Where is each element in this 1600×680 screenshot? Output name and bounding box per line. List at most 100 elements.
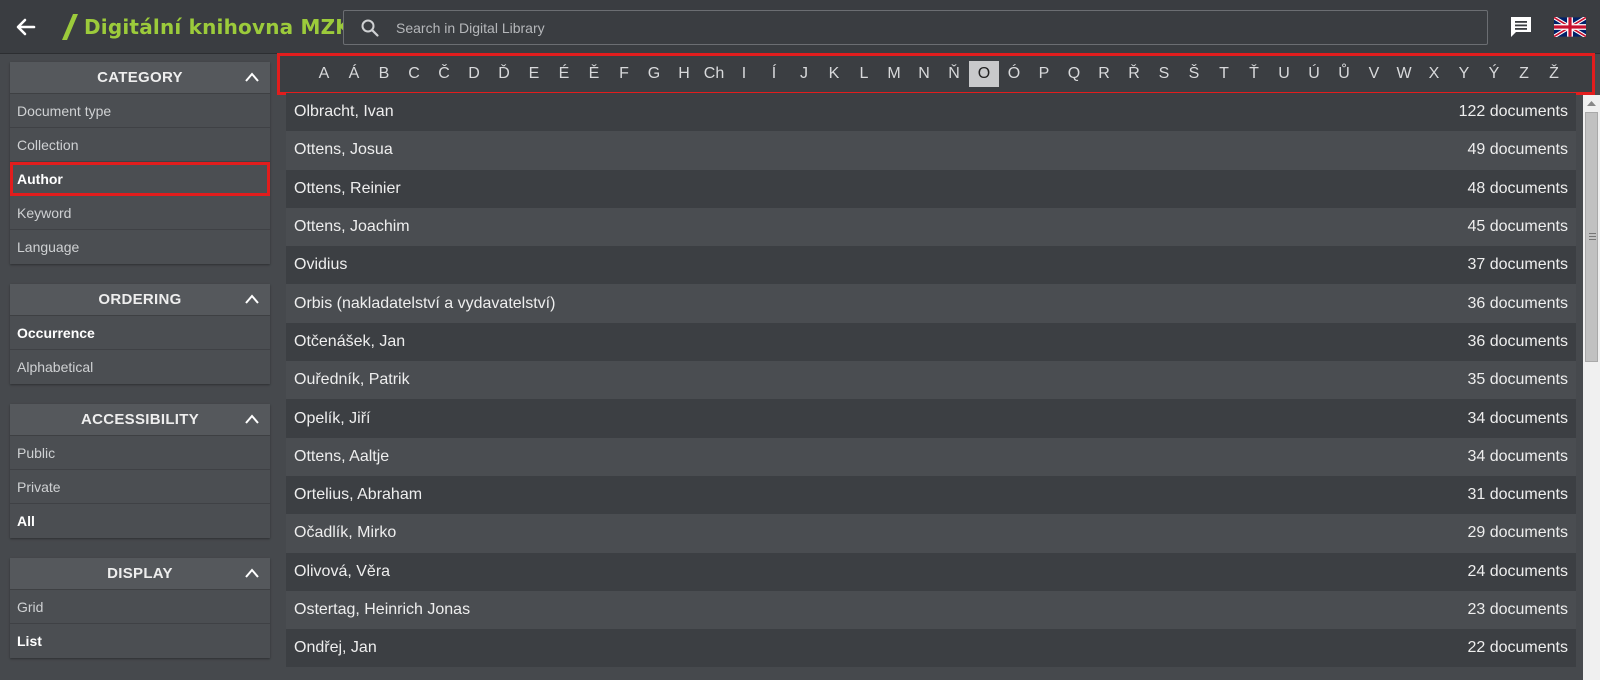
letter-33[interactable]: Ú — [1299, 61, 1329, 87]
letter-28[interactable]: S — [1149, 61, 1179, 87]
letter-14[interactable]: I — [729, 61, 759, 87]
letter-18[interactable]: L — [849, 61, 879, 87]
author-row[interactable]: Olbracht, Ivan 122 documents — [286, 93, 1576, 132]
document-count: 36 documents — [1467, 294, 1568, 312]
letter-6[interactable]: Ď — [489, 61, 519, 87]
accessibility-panel: ACCESSIBILITY Public Private All — [10, 404, 270, 538]
author-row[interactable]: Ortelius, Abraham 31 documents — [286, 475, 1576, 515]
chevron-up-icon[interactable] — [244, 292, 260, 306]
letter-23[interactable]: Ó — [999, 61, 1029, 87]
letter-9[interactable]: Ě — [579, 61, 609, 87]
category-item-language[interactable]: Language — [10, 230, 270, 264]
letter-11[interactable]: G — [639, 61, 669, 87]
letter-22[interactable]: O — [969, 61, 999, 87]
scroll-up-arrow-icon[interactable] — [1586, 99, 1597, 107]
letter-35[interactable]: V — [1359, 61, 1389, 87]
letter-26[interactable]: R — [1089, 61, 1119, 87]
author-row[interactable]: Očadlík, Mirko 29 documents — [286, 514, 1576, 553]
display-panel: DISPLAY Grid List — [10, 558, 270, 658]
letter-25[interactable]: Q — [1059, 61, 1089, 87]
letter-37[interactable]: X — [1419, 61, 1449, 87]
logo[interactable]: Digitální knihovna MZK — [60, 12, 351, 42]
author-row[interactable]: Ottens, Aaltje 34 documents — [286, 437, 1576, 476]
author-row[interactable]: Orbis (nakladatelství a vydavatelství) 36… — [286, 284, 1576, 323]
category-panel: CATEGORY Document type Collection Author… — [10, 62, 270, 264]
chevron-up-icon[interactable] — [244, 412, 260, 426]
letter-8[interactable]: É — [549, 61, 579, 87]
author-row[interactable]: Ouředník, Patrik 35 documents — [286, 361, 1576, 400]
arrow-left-icon[interactable] — [12, 13, 40, 41]
letter-21[interactable]: Ň — [939, 61, 969, 87]
letter-24[interactable]: P — [1029, 61, 1059, 87]
chevron-up-icon[interactable] — [244, 566, 260, 580]
display-item-grid[interactable]: Grid — [10, 590, 270, 624]
display-header[interactable]: DISPLAY — [10, 558, 270, 590]
accessibility-header[interactable]: ACCESSIBILITY — [10, 404, 270, 436]
letter-16[interactable]: J — [789, 61, 819, 87]
category-item-keyword[interactable]: Keyword — [10, 196, 270, 230]
author-name: Olivová, Věra — [294, 562, 391, 580]
letter-4[interactable]: Č — [429, 61, 459, 87]
category-item-author[interactable]: Author — [10, 162, 270, 196]
letter-10[interactable]: F — [609, 61, 639, 87]
letter-32[interactable]: U — [1269, 61, 1299, 87]
letter-13[interactable]: Ch — [699, 61, 729, 87]
category-item-collection[interactable]: Collection — [10, 128, 270, 162]
accessibility-item-private[interactable]: Private — [10, 470, 270, 504]
author-row[interactable]: Ostertag, Heinrich Jonas 23 documents — [286, 590, 1576, 630]
author-row[interactable]: Ottens, Josua 49 documents — [286, 131, 1576, 170]
letter-31[interactable]: Ť — [1239, 61, 1269, 87]
letter-38[interactable]: Y — [1449, 61, 1479, 87]
letter-0[interactable]: A — [309, 61, 339, 87]
author-name: Ovidius — [294, 256, 348, 274]
document-count: 45 documents — [1467, 218, 1568, 236]
chat-bubble-icon[interactable] — [1508, 14, 1534, 40]
ordering-panel: ORDERING Occurrence Alphabetical — [10, 284, 270, 384]
category-item-document-type[interactable]: Document type — [10, 94, 270, 128]
author-row[interactable]: Ottens, Reinier 48 documents — [286, 169, 1576, 208]
letter-36[interactable]: W — [1389, 61, 1419, 87]
scrollbar-grip — [1589, 239, 1596, 240]
letter-2[interactable]: B — [369, 61, 399, 87]
author-row[interactable]: Ovidius 37 documents — [286, 246, 1576, 285]
author-name: Ottens, Joachim — [294, 218, 410, 236]
ordering-header[interactable]: ORDERING — [10, 284, 270, 316]
search-icon[interactable] — [360, 18, 380, 38]
author-row[interactable]: Ottens, Joachim 45 documents — [286, 207, 1576, 247]
letter-27[interactable]: Ř — [1119, 61, 1149, 87]
letter-30[interactable]: T — [1209, 61, 1239, 87]
accessibility-item-all[interactable]: All — [10, 504, 270, 538]
letter-20[interactable]: N — [909, 61, 939, 87]
search-box[interactable] — [343, 10, 1488, 45]
author-name: Očadlík, Mirko — [294, 524, 397, 542]
scrollbar-thumb[interactable] — [1585, 112, 1598, 362]
letter-5[interactable]: D — [459, 61, 489, 87]
letter-15[interactable]: Í — [759, 61, 789, 87]
search-input[interactable] — [394, 18, 1458, 37]
scrollbar[interactable] — [1583, 95, 1600, 680]
author-row[interactable]: Olivová, Věra 24 documents — [286, 552, 1576, 591]
accessibility-item-public[interactable]: Public — [10, 436, 270, 470]
letter-39[interactable]: Ý — [1479, 61, 1509, 87]
letter-7[interactable]: E — [519, 61, 549, 87]
letter-1[interactable]: Á — [339, 61, 369, 87]
document-count: 22 documents — [1467, 639, 1568, 657]
author-row[interactable]: Otčenášek, Jan 36 documents — [286, 322, 1576, 362]
letter-41[interactable]: Ž — [1539, 61, 1569, 87]
document-count: 34 documents — [1467, 447, 1568, 465]
letter-19[interactable]: M — [879, 61, 909, 87]
letter-17[interactable]: K — [819, 61, 849, 87]
letter-29[interactable]: Š — [1179, 61, 1209, 87]
display-item-list[interactable]: List — [10, 624, 270, 658]
ordering-item-occurrence[interactable]: Occurrence — [10, 316, 270, 350]
letter-34[interactable]: Ů — [1329, 61, 1359, 87]
letter-3[interactable]: C — [399, 61, 429, 87]
chevron-up-icon[interactable] — [244, 70, 260, 84]
letter-12[interactable]: H — [669, 61, 699, 87]
author-row[interactable]: Opelík, Jiří 34 documents — [286, 399, 1576, 438]
letter-40[interactable]: Z — [1509, 61, 1539, 87]
author-row[interactable]: Ondřej, Jan 22 documents — [286, 629, 1576, 668]
category-header[interactable]: CATEGORY — [10, 62, 270, 94]
ordering-item-alphabetical[interactable]: Alphabetical — [10, 350, 270, 384]
uk-flag-icon[interactable] — [1554, 17, 1586, 37]
